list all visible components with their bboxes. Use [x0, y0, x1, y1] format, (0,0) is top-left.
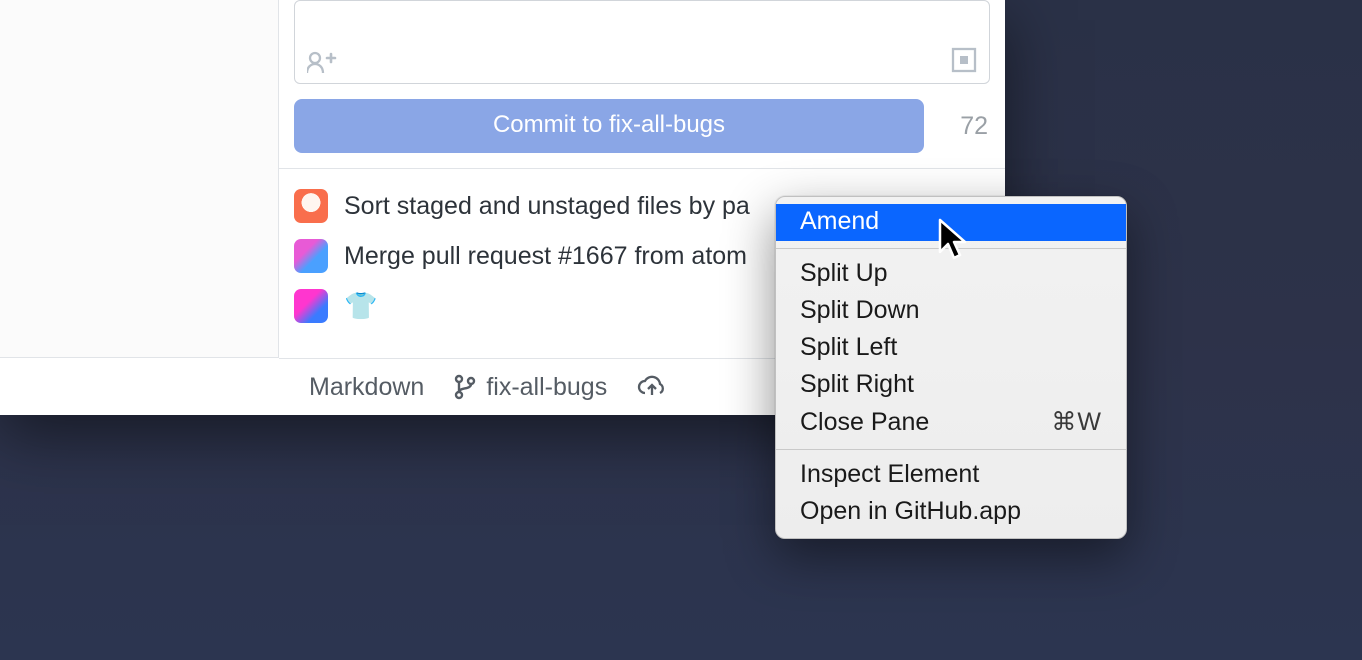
- status-branch-label: fix-all-bugs: [486, 373, 607, 402]
- status-language[interactable]: Markdown: [309, 373, 424, 402]
- menu-item-split-left[interactable]: Split Left: [776, 330, 1126, 367]
- commit-row: Commit to fix-all-bugs 72: [294, 99, 990, 153]
- menu-shortcut: ⌘W: [1051, 407, 1102, 437]
- avatar: [294, 239, 328, 273]
- add-coauthor-icon[interactable]: [307, 51, 337, 73]
- expand-icon[interactable]: [951, 47, 977, 73]
- menu-item-split-up[interactable]: Split Up: [776, 256, 1126, 293]
- menu-item-amend[interactable]: Amend: [776, 204, 1126, 241]
- menu-label: Split Right: [800, 370, 914, 399]
- chars-remaining: 72: [938, 99, 990, 153]
- commit-message: Merge pull request #1667 from atom: [344, 242, 747, 271]
- menu-item-open-github-app[interactable]: Open in GitHub.app: [776, 494, 1126, 531]
- left-sidebar: [0, 0, 279, 358]
- menu-item-inspect-element[interactable]: Inspect Element: [776, 457, 1126, 494]
- status-push[interactable]: [637, 375, 667, 399]
- status-branch[interactable]: fix-all-bugs: [454, 373, 607, 402]
- menu-label: Split Up: [800, 259, 888, 288]
- avatar: [294, 189, 328, 223]
- menu-item-close-pane[interactable]: Close Pane ⌘W: [776, 404, 1126, 442]
- avatar: [294, 289, 328, 323]
- menu-separator: [776, 248, 1126, 249]
- cloud-upload-icon: [637, 375, 667, 399]
- commit-message: Sort staged and unstaged files by pa: [344, 192, 750, 221]
- menu-label: Close Pane: [800, 408, 929, 437]
- menu-label: Inspect Element: [800, 460, 979, 489]
- menu-label: Split Left: [800, 333, 897, 362]
- shirt-emoji: 👕: [344, 293, 378, 320]
- menu-label: Amend: [800, 207, 879, 236]
- commit-button[interactable]: Commit to fix-all-bugs: [294, 99, 924, 153]
- git-branch-icon: [454, 374, 476, 400]
- menu-item-split-down[interactable]: Split Down: [776, 293, 1126, 330]
- menu-label: Split Down: [800, 296, 920, 325]
- menu-label: Open in GitHub.app: [800, 497, 1021, 526]
- menu-separator: [776, 449, 1126, 450]
- commit-message-input[interactable]: [294, 0, 990, 84]
- status-language-label: Markdown: [309, 373, 424, 402]
- commit-area: Commit to fix-all-bugs 72: [279, 0, 1005, 169]
- context-menu: Amend Split Up Split Down Split Left Spl…: [775, 196, 1127, 539]
- menu-item-split-right[interactable]: Split Right: [776, 367, 1126, 404]
